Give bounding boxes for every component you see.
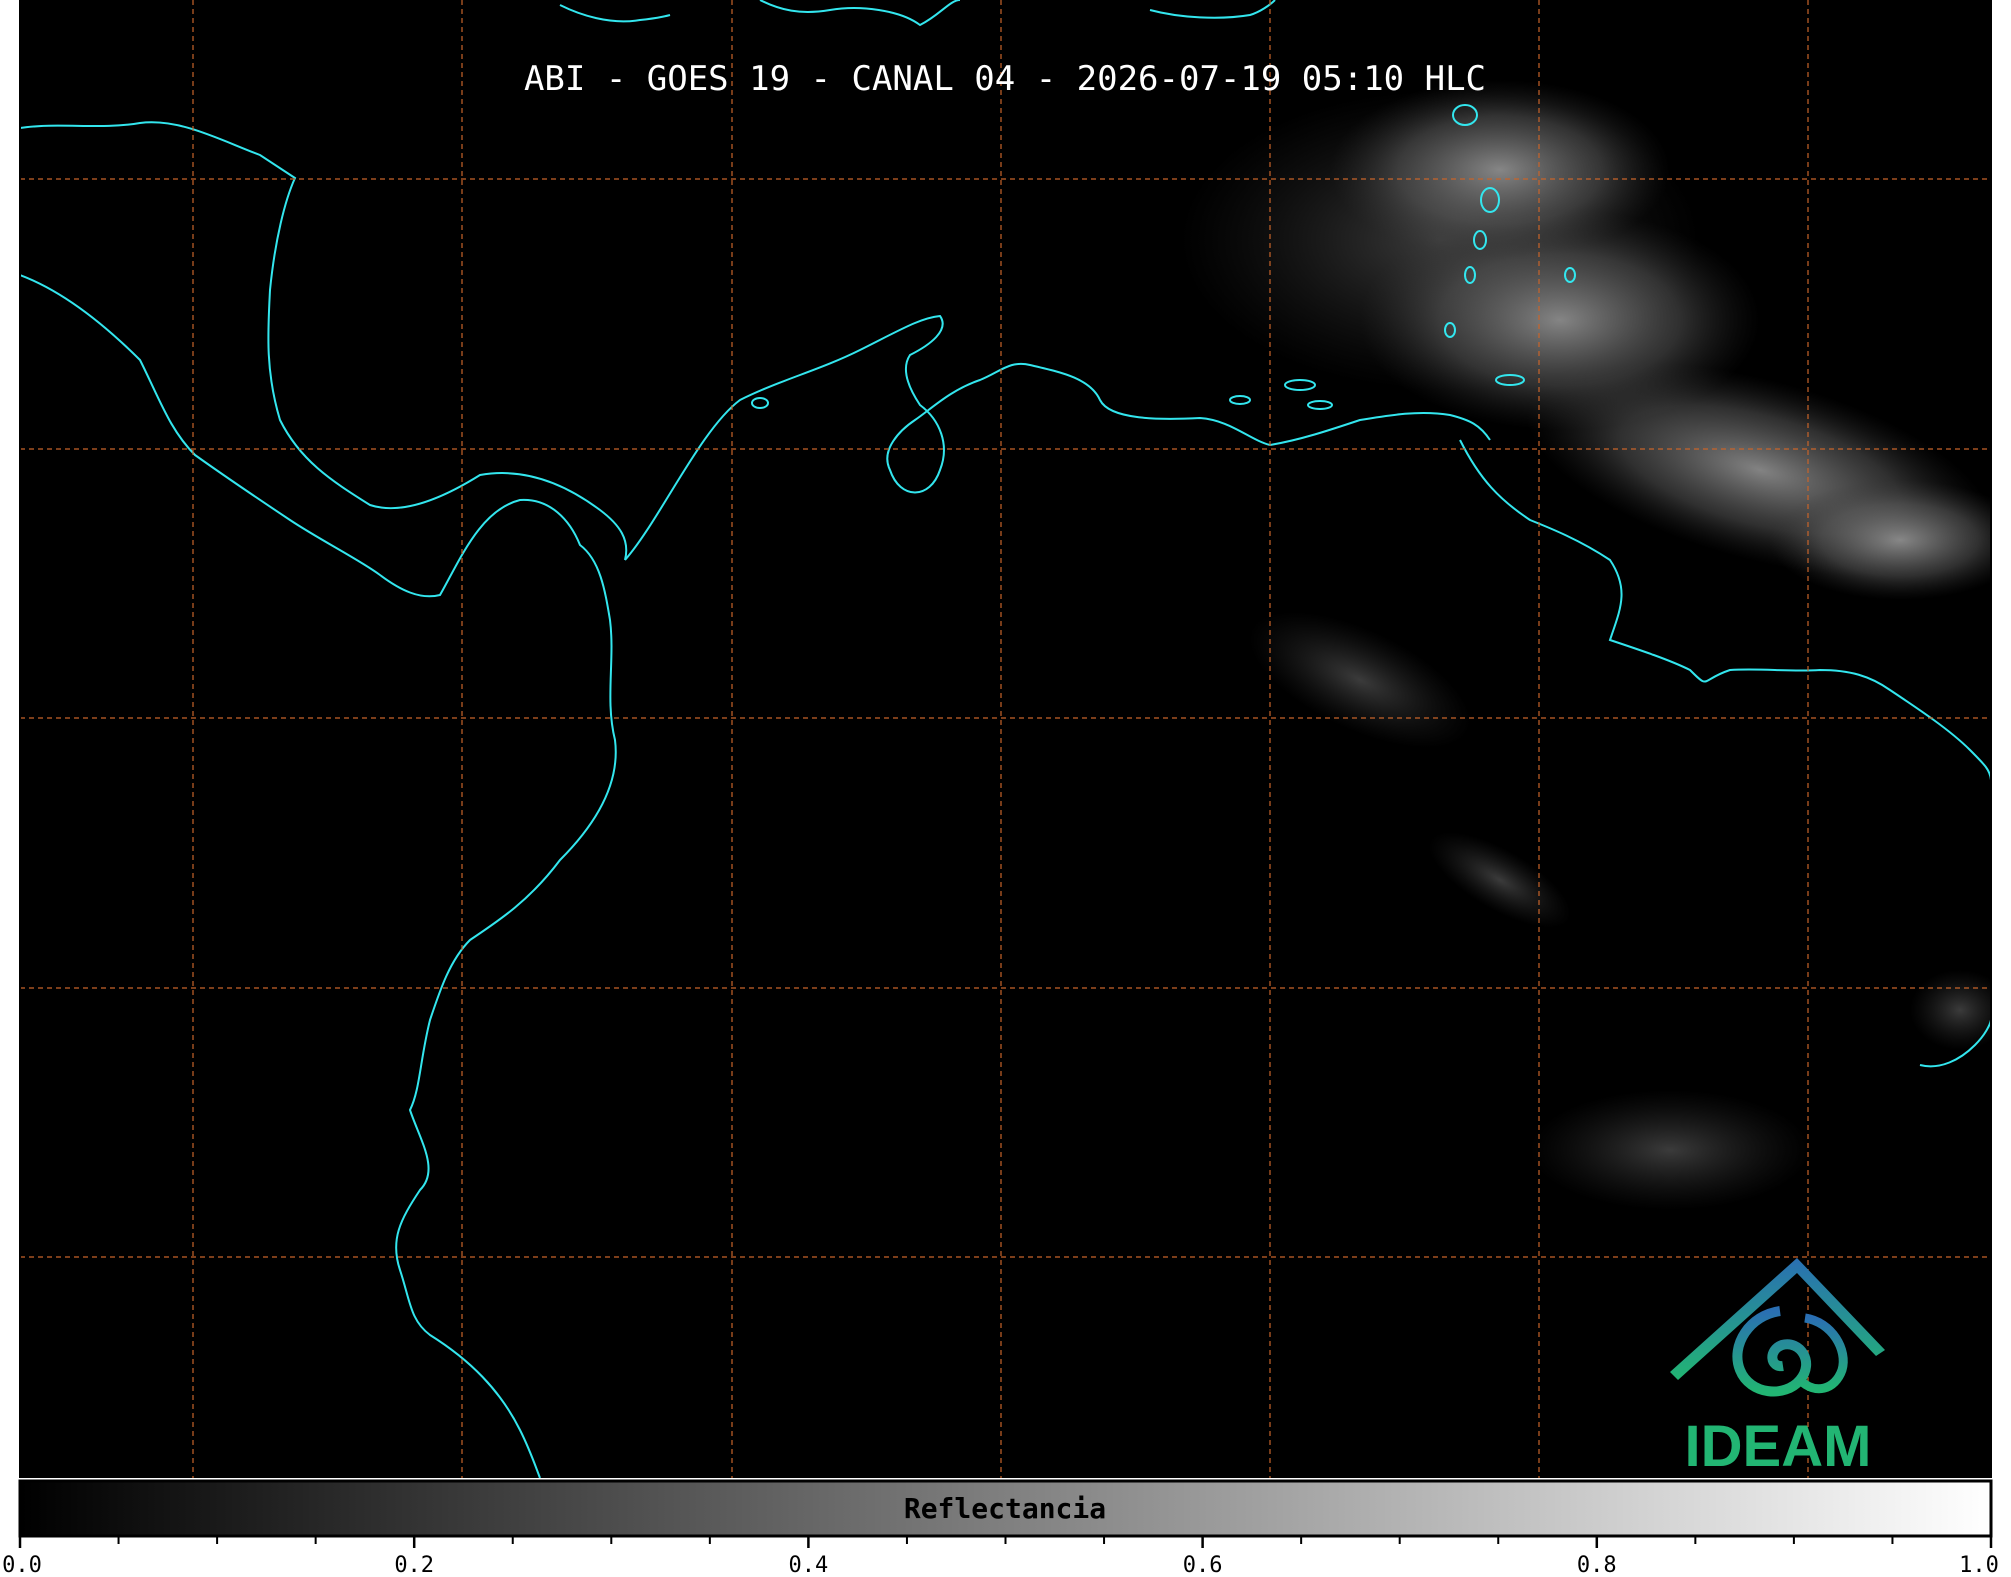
- ideam-wordmark: IDEAM: [1685, 1414, 1872, 1479]
- colorbar-tick-label: 0.2: [394, 1553, 434, 1577]
- figure-canvas: ABI - GOES 19 - CANAL 04 - 2026-07-19 05…: [2, 0, 1999, 1577]
- map-title: ABI - GOES 19 - CANAL 04 - 2026-07-19 05…: [524, 59, 1486, 99]
- colorbar-tick-label: 0.0: [2, 1553, 42, 1577]
- colorbar-tick-label: 0.6: [1183, 1553, 1223, 1577]
- colorbar: Reflectancia 0.0 0.2 0.4 0.6 0.8 1.0: [2, 1479, 1999, 1577]
- colorbar-tick-label: 1.0: [1959, 1553, 1999, 1577]
- colorbar-ticks: 0.0 0.2 0.4 0.6 0.8 1.0: [2, 1536, 1999, 1577]
- colorbar-tick-label: 0.8: [1577, 1553, 1617, 1577]
- colorbar-label: Reflectancia: [904, 1492, 1106, 1525]
- satellite-figure: ABI - GOES 19 - CANAL 04 - 2026-07-19 05…: [0, 0, 2011, 1577]
- colorbar-tick-label: 0.4: [789, 1553, 829, 1577]
